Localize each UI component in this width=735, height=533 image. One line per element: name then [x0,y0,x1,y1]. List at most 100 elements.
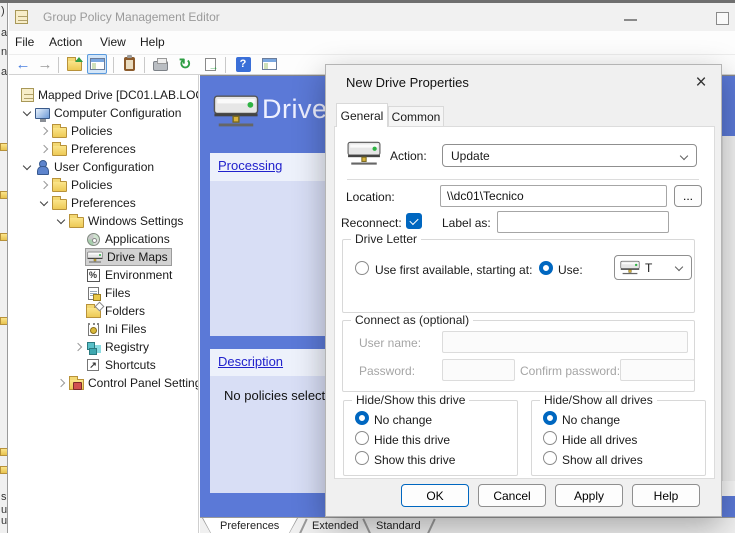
chevron-right-icon[interactable] [38,179,51,192]
browse-button[interactable]: ... [674,185,702,207]
location-label: Location: [346,190,395,204]
menu-view[interactable]: View [100,35,126,49]
tree-item-windows-settings[interactable]: Windows Settings [9,212,198,230]
tab-standard-label[interactable]: Standard [376,520,421,532]
forward-icon[interactable]: → [35,54,55,74]
close-icon[interactable]: × [689,71,713,95]
tree-item-root[interactable]: Mapped Drive [DC01.LAB.LOCA [9,86,198,104]
chevron-down-icon[interactable] [21,161,34,174]
label-as-input[interactable] [497,211,669,233]
tab-divider [362,519,371,533]
maximize-button[interactable] [716,12,729,25]
tree-item-ini-files[interactable]: Ini Files [9,320,198,338]
tree-item-preferences[interactable]: Preferences [9,140,198,158]
drive-icon [620,260,640,276]
apply-button[interactable]: Apply [555,484,623,507]
tab-preferences-label[interactable]: Preferences [220,520,279,532]
tree-item-policies[interactable]: Policies [9,176,198,194]
show-hide-console-tree-icon[interactable] [87,54,107,74]
password-input[interactable] [442,359,515,381]
menu-action[interactable]: Action [49,35,82,49]
drive-letter-select[interactable]: T [614,255,692,280]
menu-bar: File Action View Help [9,31,735,55]
back-icon[interactable]: ← [13,54,33,74]
show-all-drives-label: Show all drives [562,453,643,467]
folder-icon [0,448,8,456]
chevron-down-icon[interactable] [55,215,68,228]
this-no-change-label: No change [374,413,432,427]
applications-icon [87,233,100,246]
divider [347,179,699,180]
reconnect-checkbox[interactable] [406,213,422,229]
use-first-available-label: Use first available, starting at: [375,263,532,277]
edge-fragment: a [1,66,7,78]
pane-scrollbar[interactable] [722,136,735,481]
minimize-button[interactable] [624,19,637,21]
tab-extended-label[interactable]: Extended [312,520,358,532]
tree-item-user-configuration[interactable]: User Configuration [9,158,198,176]
menu-file[interactable]: File [15,35,34,49]
label-as-label: Label as: [442,216,491,230]
tree-item-files[interactable]: Files [9,284,198,302]
use-label: Use: [558,263,583,277]
description-link[interactable]: Description [218,354,283,369]
hide-all-drives-radio[interactable] [543,431,557,445]
use-radio[interactable] [539,261,553,275]
menu-help[interactable]: Help [140,35,165,49]
paste-icon[interactable] [119,54,139,74]
tab-common[interactable]: Common [388,106,444,127]
tree-item-folders[interactable]: Folders [9,302,198,320]
password-label: Password: [359,364,415,378]
help-icon[interactable]: ? [233,54,253,74]
chevron-down-icon[interactable] [38,197,51,210]
confirm-password-input[interactable] [620,359,695,381]
processing-link[interactable]: Processing [218,158,282,173]
tab-divider [426,519,435,533]
tree-item-shortcuts[interactable]: ↗Shortcuts [9,356,198,374]
chevron-right-icon[interactable] [72,341,85,354]
tree-item-policies[interactable]: Policies [9,122,198,140]
show-this-drive-radio[interactable] [355,451,369,465]
environment-icon: % [87,269,100,282]
folder-icon [0,466,8,474]
hide-this-drive-label: Hide this drive [374,433,450,447]
title-bar[interactable]: Group Policy Management Editor [9,3,735,31]
cancel-button[interactable]: Cancel [478,484,546,507]
location-input[interactable] [440,185,667,207]
chevron-right-icon[interactable] [38,143,51,156]
tree-item-computer-configuration[interactable]: Computer Configuration [9,104,198,122]
refresh-icon[interactable]: ↻ [175,54,195,74]
ok-button[interactable]: OK [401,484,469,507]
files-icon [88,287,99,300]
user-icon [35,160,49,174]
all-no-change-radio[interactable] [543,411,557,425]
chevron-down-icon[interactable] [21,107,34,120]
this-no-change-radio[interactable] [355,411,369,425]
pane-bottom-tabs: Preferences Extended Standard [200,517,735,533]
up-one-level-icon[interactable] [64,54,84,74]
edge-fragment: a [1,27,7,39]
use-first-available-radio[interactable] [355,261,369,275]
edge-fragment: ) [1,5,5,17]
chevron-right-icon[interactable] [38,125,51,138]
tree-item-control-panel-settings[interactable]: Control Panel Settings [9,374,198,392]
tree-item-preferences[interactable]: Preferences [9,194,198,212]
toolbar-separator [58,57,59,73]
help-button[interactable]: Help [632,484,700,507]
folder-icon [0,317,8,325]
hide-this-drive-radio[interactable] [355,431,369,445]
tree-item-drive-maps[interactable]: Drive Maps [9,248,198,266]
export-list-icon[interactable] [200,54,220,74]
tree-item-environment[interactable]: %Environment [9,266,198,284]
tree-item-applications[interactable]: Applications [9,230,198,248]
action-label: Action: [390,149,427,163]
user-name-input[interactable] [442,331,688,353]
pane-scrollbar-end [722,481,735,496]
chevron-right-icon[interactable] [55,377,68,390]
action-select[interactable]: Update [442,144,697,167]
tree-item-registry[interactable]: Registry [9,338,198,356]
new-window-icon[interactable] [259,54,279,74]
show-all-drives-radio[interactable] [543,451,557,465]
tab-general[interactable]: General [336,103,388,127]
print-icon[interactable] [150,54,170,74]
